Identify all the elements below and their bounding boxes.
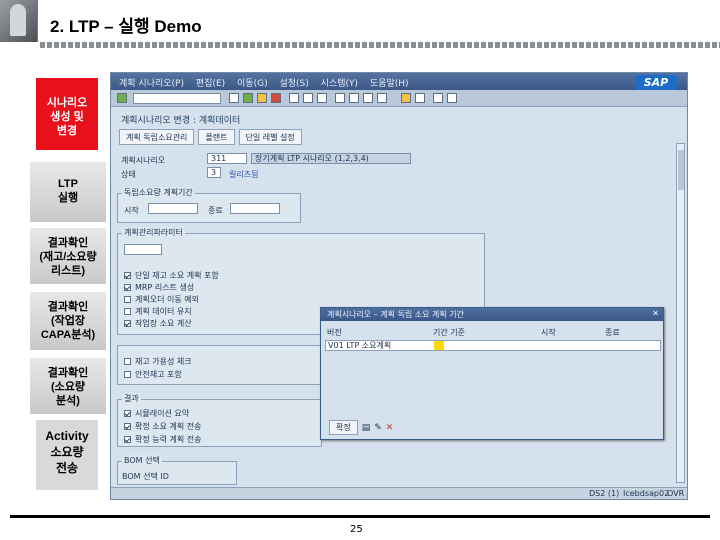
menu-item[interactable]: 계획 시나리오(P)	[119, 79, 184, 89]
option-checkbox[interactable]: MRP 리스트 생성	[124, 282, 194, 293]
sap-menu-bar: 계획 시나리오(P) 편집(E) 이동(G) 설정(S) 시스템(Y) 도움말(…	[111, 73, 687, 90]
planning-period-dialog: 계획시나리오 – 계획 독립 소요 계획 기간 ✕ 버전 기간 기준 시작 종료…	[320, 307, 664, 440]
menu-item[interactable]: 설정(S)	[279, 79, 308, 89]
confirm-button[interactable]: 확정	[329, 420, 358, 435]
option-checkbox[interactable]: 확정 능력 계획 전송	[124, 434, 202, 445]
create-session-icon[interactable]	[401, 93, 411, 103]
step-result-requirements[interactable]: 결과확인 (소요량 분석)	[30, 366, 106, 408]
dialog-title: 계획시나리오 – 계획 독립 소요 계획 기간	[321, 308, 663, 321]
processing-key-field[interactable]	[124, 244, 162, 255]
menu-item[interactable]: 시스템(Y)	[321, 79, 358, 89]
close-icon[interactable]: ✕	[652, 309, 659, 318]
option-checkbox[interactable]: 확정 소요 계획 전송	[124, 421, 202, 432]
option-checkbox[interactable]: 안전재고 포함	[124, 369, 182, 380]
help-icon[interactable]	[433, 93, 443, 103]
next-page-icon[interactable]	[363, 93, 373, 103]
option-checkbox[interactable]: 단일 재고 소요 계획 포함	[124, 270, 219, 281]
footer-divider	[10, 515, 710, 518]
cancel-icon[interactable]: ✕	[386, 423, 394, 433]
logo-emblem	[0, 0, 38, 42]
planning-period-group: 독립소요량 계획기간 시작 종료	[117, 187, 301, 223]
page-number: 25	[350, 524, 363, 535]
app-toolbar-button[interactable]: 계획 독립소요관리	[119, 129, 195, 145]
enter-icon[interactable]	[117, 93, 127, 103]
selection-cursor	[434, 341, 444, 350]
scenario-field[interactable]: 311	[207, 153, 247, 164]
dialog-buttons: 확정 ▤ ✎ ✕	[329, 420, 393, 435]
exit-icon[interactable]	[257, 93, 267, 103]
shortcut-icon[interactable]	[415, 93, 425, 103]
table-row[interactable]: V01 LTP 소요계획	[325, 340, 661, 351]
back-icon[interactable]	[243, 93, 253, 103]
option-checkbox[interactable]: 시뮬레이션 요약	[124, 408, 189, 419]
results-group: 결과 시뮬레이션 요약 확정 소요 계획 전송 확정 능력 계획 전송	[117, 393, 322, 447]
slide-header: 2. LTP – 실행 Demo	[0, 0, 720, 45]
print-icon[interactable]	[289, 93, 299, 103]
slide-title: 2. LTP – 실행 Demo	[50, 17, 202, 36]
find-icon[interactable]	[303, 93, 313, 103]
bom-selection-group: BOM 선택 BOM 선택 ID	[117, 455, 237, 485]
vertical-scrollbar[interactable]	[676, 143, 685, 483]
step-scenario[interactable]: 시나리오 생성 및 변경	[36, 78, 98, 150]
app-toolbar-button[interactable]: 단일 레벨 설정	[238, 129, 302, 145]
status-label: 상태	[121, 170, 136, 179]
save-icon[interactable]	[229, 93, 239, 103]
find-next-icon[interactable]	[317, 93, 327, 103]
status-bar: DS2 (1) Icebdsap02 OVR	[111, 487, 687, 499]
sap-logo: SAP	[635, 75, 677, 90]
step-ltp-run[interactable]: LTP 실행	[30, 177, 106, 205]
application-toolbar: 계획 독립소요관리 플랜트 단일 레벨 설정	[119, 129, 302, 145]
menu-item[interactable]: 편집(E)	[196, 79, 225, 89]
layout-icon[interactable]	[447, 93, 457, 103]
to-date-field[interactable]	[230, 203, 280, 214]
screen-title: 계획시나리오 변경 : 계획데이터	[121, 116, 241, 126]
menu-item[interactable]: 이동(G)	[237, 79, 268, 89]
step-result-inventory[interactable]: 결과확인 (재고/소요량 리스트)	[30, 236, 106, 278]
header-divider	[40, 42, 720, 48]
last-page-icon[interactable]	[377, 93, 387, 103]
availability-group: 재고 가용성 체크 안전재고 포함	[117, 345, 322, 385]
scenario-label: 계획시나리오	[121, 156, 166, 165]
option-checkbox[interactable]: 작업장 소요 계산	[124, 318, 192, 329]
step-activity-transfer[interactable]: Activity 소요량 전송	[36, 420, 98, 490]
app-toolbar-button[interactable]: 플랜트	[198, 129, 235, 145]
scenario-description: 장기계획 LTP 시나리오 (1,2,3,4)	[251, 153, 411, 164]
option-checkbox[interactable]: 계획 데이터 유지	[124, 306, 192, 317]
delete-icon[interactable]: ✎	[374, 423, 382, 433]
menu-item[interactable]: 도움말(H)	[370, 79, 409, 89]
cancel-icon[interactable]	[271, 93, 281, 103]
option-checkbox[interactable]: 재고 가용성 체크	[124, 356, 192, 367]
prev-page-icon[interactable]	[349, 93, 359, 103]
detail-icon[interactable]: ▤	[362, 423, 371, 433]
from-date-field[interactable]	[148, 203, 198, 214]
sap-standard-toolbar	[111, 90, 687, 107]
status-description: 릴리즈됨	[229, 170, 259, 179]
first-page-icon[interactable]	[335, 93, 345, 103]
status-field[interactable]: 3	[207, 167, 221, 178]
step-result-capa[interactable]: 결과확인 (작업장 CAPA분석)	[30, 300, 106, 342]
option-checkbox[interactable]: 계획오더 이동 예외	[124, 294, 199, 305]
command-field[interactable]	[133, 93, 221, 104]
